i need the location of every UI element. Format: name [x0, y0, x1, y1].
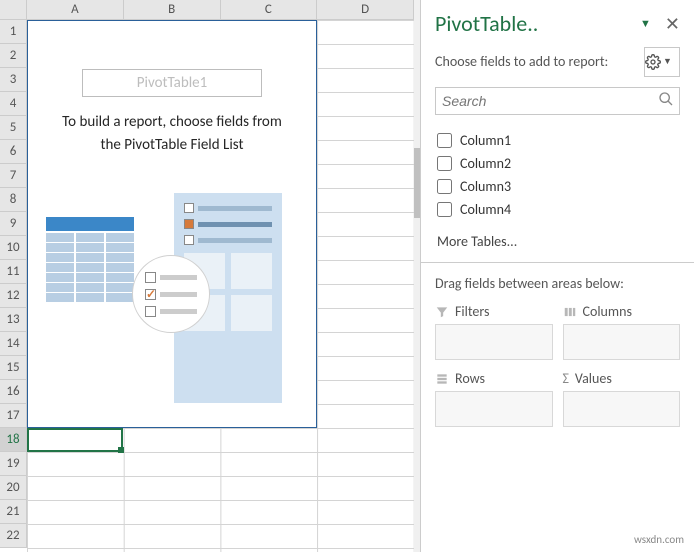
- choose-fields-label: Choose fields to add to report:: [435, 53, 638, 71]
- rows-icon: [435, 372, 449, 386]
- illustration-table-icon: [46, 217, 134, 303]
- column-header[interactable]: B: [124, 0, 221, 20]
- cell-grid[interactable]: PivotTable1 To build a report, choose fi…: [27, 20, 414, 552]
- row-header[interactable]: 1: [0, 20, 27, 44]
- tools-button[interactable]: ▼: [644, 47, 680, 77]
- values-area[interactable]: Σ Values: [563, 370, 681, 427]
- fields-search[interactable]: [435, 87, 680, 115]
- vertical-scrollbar[interactable]: [414, 0, 420, 552]
- row-header[interactable]: 9: [0, 212, 27, 236]
- pivottable-illustration: [46, 217, 298, 417]
- row-header[interactable]: 5: [0, 116, 27, 140]
- row-header[interactable]: 13: [0, 308, 27, 332]
- chevron-down-icon: ▼: [663, 56, 679, 68]
- field-label: Column2: [460, 155, 511, 172]
- sigma-icon: Σ: [563, 370, 569, 387]
- row-header[interactable]: 16: [0, 380, 27, 404]
- column-header[interactable]: A: [27, 0, 124, 20]
- pivottable-fields-pane: PivotTable.. ▼ ✕ Choose fields to add to…: [420, 0, 694, 552]
- search-icon: [658, 91, 674, 111]
- row-header[interactable]: 4: [0, 92, 27, 116]
- row-header[interactable]: 11: [0, 260, 27, 284]
- row-header[interactable]: 12: [0, 284, 27, 308]
- field-item[interactable]: Column3: [435, 175, 680, 198]
- filter-icon: [435, 305, 449, 319]
- layout-areas: Filters Columns Rows Σ Values: [435, 303, 680, 552]
- pivottable-instructions: To build a report, choose fields from th…: [28, 111, 316, 156]
- row-header[interactable]: 17: [0, 404, 27, 428]
- columns-icon: [563, 305, 577, 319]
- column-header[interactable]: D: [317, 0, 414, 20]
- scrollbar-thumb[interactable]: [414, 148, 420, 218]
- rows-area[interactable]: Rows: [435, 370, 553, 427]
- field-item[interactable]: Column1: [435, 129, 680, 152]
- columns-label: Columns: [583, 303, 632, 320]
- row-header[interactable]: 6: [0, 140, 27, 164]
- field-label: Column4: [460, 201, 511, 218]
- row-header[interactable]: 2: [0, 44, 27, 68]
- fields-list: Column1 Column2 Column3 Column4: [435, 125, 680, 225]
- row-headers: 12345678910111213141516171819202122: [0, 20, 27, 548]
- drag-fields-label: Drag fields between areas below:: [435, 275, 680, 293]
- row-header[interactable]: 18: [0, 428, 27, 452]
- filters-dropzone[interactable]: [435, 324, 553, 360]
- close-icon[interactable]: ✕: [665, 13, 680, 35]
- filters-area[interactable]: Filters: [435, 303, 553, 360]
- field-checkbox[interactable]: [437, 179, 452, 194]
- row-header[interactable]: 3: [0, 68, 27, 92]
- row-header[interactable]: 14: [0, 332, 27, 356]
- gear-icon: [645, 54, 661, 70]
- rows-label: Rows: [455, 370, 485, 387]
- field-checkbox[interactable]: [437, 133, 452, 148]
- row-header[interactable]: 20: [0, 476, 27, 500]
- search-input[interactable]: [435, 87, 680, 115]
- watermark: wsxdn.com: [634, 533, 684, 546]
- select-all-corner[interactable]: [0, 0, 27, 20]
- row-header[interactable]: 19: [0, 452, 27, 476]
- rows-dropzone[interactable]: [435, 391, 553, 427]
- field-checkbox[interactable]: [437, 156, 452, 171]
- field-item[interactable]: Column4: [435, 198, 680, 221]
- spreadsheet-area: ABCD 12345678910111213141516171819202122…: [0, 0, 420, 552]
- field-checkbox[interactable]: [437, 202, 452, 217]
- more-tables-link[interactable]: More Tables...: [435, 225, 680, 262]
- row-header[interactable]: 7: [0, 164, 27, 188]
- column-headers: ABCD: [27, 0, 414, 20]
- row-header[interactable]: 21: [0, 500, 27, 524]
- pane-dropdown-icon[interactable]: ▼: [640, 17, 651, 30]
- row-header[interactable]: 8: [0, 188, 27, 212]
- columns-dropzone[interactable]: [563, 324, 681, 360]
- row-header[interactable]: 10: [0, 236, 27, 260]
- pivottable-name-box: PivotTable1: [82, 69, 262, 97]
- values-dropzone[interactable]: [563, 391, 681, 427]
- field-item[interactable]: Column2: [435, 152, 680, 175]
- columns-area[interactable]: Columns: [563, 303, 681, 360]
- pane-title: PivotTable..: [435, 10, 636, 37]
- row-header[interactable]: 15: [0, 356, 27, 380]
- field-label: Column3: [460, 178, 511, 195]
- pivottable-placeholder[interactable]: PivotTable1 To build a report, choose fi…: [27, 20, 317, 428]
- field-label: Column1: [460, 132, 511, 149]
- filters-label: Filters: [455, 303, 489, 320]
- illustration-fieldlist-icon: [132, 255, 210, 333]
- pane-divider: [421, 262, 694, 263]
- values-label: Values: [575, 370, 612, 387]
- column-header[interactable]: C: [221, 0, 318, 20]
- row-header[interactable]: 22: [0, 524, 27, 548]
